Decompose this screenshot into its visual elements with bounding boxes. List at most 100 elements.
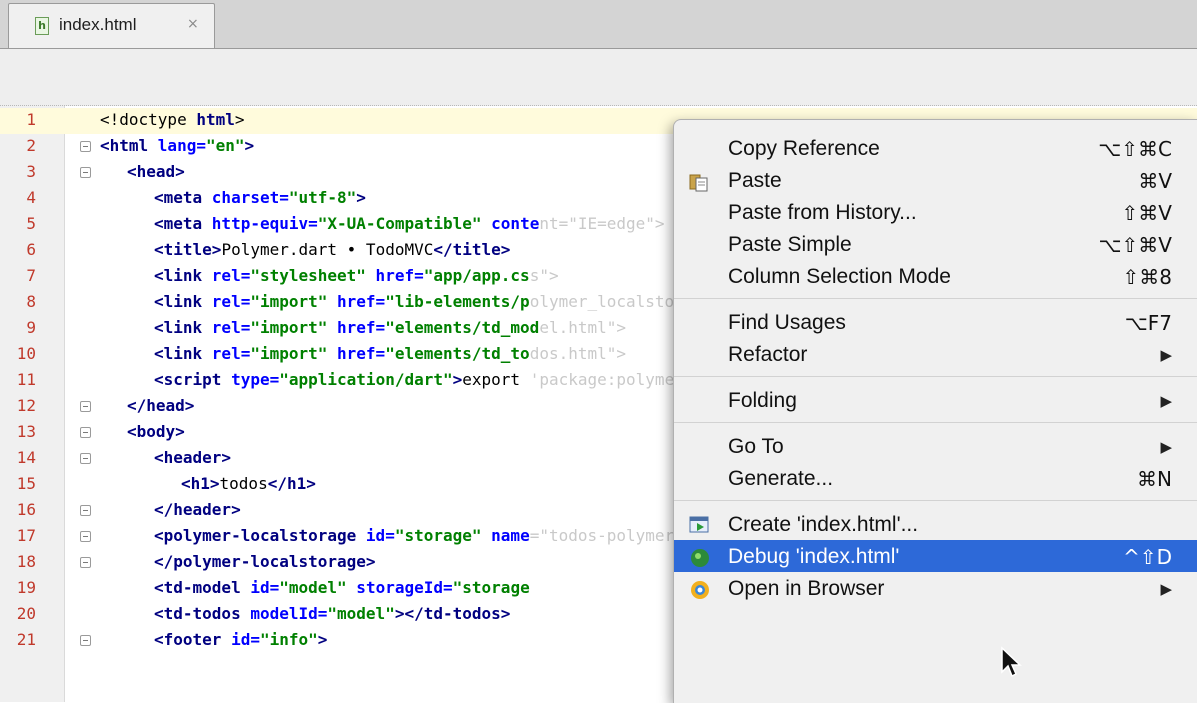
fold-marker-icon[interactable] <box>80 401 91 412</box>
menu-item-label: Column Selection Mode <box>728 265 951 288</box>
menu-item-debug[interactable]: Debug 'index.html' ^⇧D <box>674 540 1197 572</box>
code-text: <h1>todos</h1> <box>181 474 316 493</box>
line-number: 21 <box>16 630 36 649</box>
menu-item-generate[interactable]: Generate... ⌘N <box>674 462 1197 494</box>
line-number: 8 <box>26 292 36 311</box>
mouse-cursor-icon <box>1001 646 1022 678</box>
menu-item-shortcut: ⌘N <box>1137 467 1172 491</box>
code-text: <footer id="info"> <box>154 630 328 649</box>
submenu-arrow-icon: ▶ <box>1160 346 1172 364</box>
code-text: </header> <box>154 500 241 519</box>
line-number: 1 <box>26 110 36 129</box>
menu-item-shortcut: ⇧⌘8 <box>1122 265 1172 289</box>
code-text: <meta http-equiv="X-UA-Compatible" conte… <box>154 214 665 233</box>
fold-marker-icon[interactable] <box>80 635 91 646</box>
menu-item-label: Generate... <box>728 467 834 490</box>
tab-index-html[interactable]: h index.html × <box>8 3 215 48</box>
fold-marker-icon[interactable] <box>80 427 91 438</box>
code-text: <link rel="stylesheet" href="app/app.css… <box>154 266 559 285</box>
line-number: 18 <box>16 552 36 571</box>
menu-item-create-run-config[interactable]: Create 'index.html'... <box>674 508 1197 540</box>
menu-item-refactor[interactable]: Refactor ▶ <box>674 338 1197 370</box>
menu-item-column-selection-mode[interactable]: Column Selection Mode ⇧⌘8 <box>674 260 1197 292</box>
menu-item-shortcut: ⌥⇧⌘C <box>1098 137 1172 161</box>
editor-tab-bar: h index.html × <box>0 0 1197 49</box>
submenu-arrow-icon: ▶ <box>1160 438 1172 456</box>
menu-item-label: Debug 'index.html' <box>728 545 900 568</box>
code-text: </polymer-localstorage> <box>154 552 376 571</box>
menu-item-label: Go To <box>728 435 784 458</box>
code-text: <td-todos modelId="model"></td-todos> <box>154 604 511 623</box>
menu-separator <box>674 500 1197 501</box>
menu-item-label: Create 'index.html'... <box>728 513 919 536</box>
menu-item-open-in-browser[interactable]: Open in Browser ▶ <box>674 572 1197 604</box>
context-menu: Copy Reference ⌥⇧⌘C Paste ⌘V Paste from Hist… <box>673 119 1197 703</box>
menu-item-label: Paste Simple <box>728 233 852 256</box>
menu-item-label: Find Usages <box>728 311 846 334</box>
code-text: <!doctype html> <box>100 110 245 129</box>
run-config-icon <box>689 515 709 533</box>
browser-icon <box>689 579 709 599</box>
line-number: 20 <box>16 604 36 623</box>
code-text: <meta charset="utf-8"> <box>154 188 366 207</box>
paste-icon <box>689 171 708 192</box>
menu-separator <box>674 298 1197 299</box>
code-text: <polymer-localstorage id="storage" name=… <box>154 526 694 545</box>
code-text: <link rel="import" href="elements/td_tod… <box>154 344 627 363</box>
fold-marker-icon[interactable] <box>80 167 91 178</box>
line-number: 15 <box>16 474 36 493</box>
submenu-arrow-icon: ▶ <box>1160 392 1172 410</box>
code-text: <head> <box>127 162 185 181</box>
line-number: 16 <box>16 500 36 519</box>
menu-item-find-usages[interactable]: Find Usages ⌥F7 <box>674 306 1197 338</box>
menu-item-shortcut: ⌥⇧⌘V <box>1098 233 1173 257</box>
menu-item-folding[interactable]: Folding ▶ <box>674 384 1197 416</box>
line-number: 19 <box>16 578 36 597</box>
menu-item-label: Copy Reference <box>728 137 880 160</box>
line-number: 12 <box>16 396 36 415</box>
line-number: 14 <box>16 448 36 467</box>
menu-item-label: Paste from History... <box>728 201 917 224</box>
menu-separator <box>674 376 1197 377</box>
code-text: </head> <box>127 396 195 415</box>
fold-marker-icon[interactable] <box>80 531 91 542</box>
menu-item-shortcut: ^⇧D <box>1123 545 1172 569</box>
code-text: <title>Polymer.dart • TodoMVC</title> <box>154 240 511 259</box>
code-text: <td-model id="model" storageId="storage <box>154 578 530 597</box>
html-file-icon: h <box>35 17 49 35</box>
menu-item-label: Open in Browser <box>728 577 885 600</box>
line-number: 7 <box>26 266 36 285</box>
code-text: <body> <box>127 422 185 441</box>
tab-label: index.html <box>59 15 137 34</box>
line-number: 3 <box>26 162 36 181</box>
submenu-arrow-icon: ▶ <box>1160 580 1172 598</box>
tab-close-icon[interactable]: × <box>187 16 199 32</box>
line-number: 13 <box>16 422 36 441</box>
debug-icon <box>689 547 709 567</box>
fold-marker-icon[interactable] <box>80 453 91 464</box>
menu-item-shortcut: ⌘V <box>1138 169 1172 193</box>
code-text: <link rel="import" href="elements/td_mod… <box>154 318 627 337</box>
line-number: 6 <box>26 240 36 259</box>
code-text: <header> <box>154 448 232 467</box>
menu-separator <box>674 422 1197 423</box>
menu-item-shortcut: ⌥F7 <box>1124 311 1172 335</box>
line-number: 11 <box>16 370 36 389</box>
menu-item-copy-reference[interactable]: Copy Reference ⌥⇧⌘C <box>674 132 1197 164</box>
code-text: <html lang="en"> <box>100 136 255 155</box>
fold-marker-icon[interactable] <box>80 141 91 152</box>
line-number: 4 <box>26 188 36 207</box>
menu-item-paste[interactable]: Paste ⌘V <box>674 164 1197 196</box>
line-number: 9 <box>26 318 36 337</box>
line-number: 5 <box>26 214 36 233</box>
fold-marker-icon[interactable] <box>80 505 91 516</box>
line-number: 2 <box>26 136 36 155</box>
menu-item-paste-from-history[interactable]: Paste from History... ⇧⌘V <box>674 196 1197 228</box>
menu-item-go-to[interactable]: Go To ▶ <box>674 430 1197 462</box>
menu-item-label: Paste <box>728 169 782 192</box>
menu-item-shortcut: ⇧⌘V <box>1121 201 1172 225</box>
menu-item-paste-simple[interactable]: Paste Simple ⌥⇧⌘V <box>674 228 1197 260</box>
menu-item-label: Folding <box>728 389 797 412</box>
fold-marker-icon[interactable] <box>80 557 91 568</box>
line-number: 10 <box>16 344 36 363</box>
